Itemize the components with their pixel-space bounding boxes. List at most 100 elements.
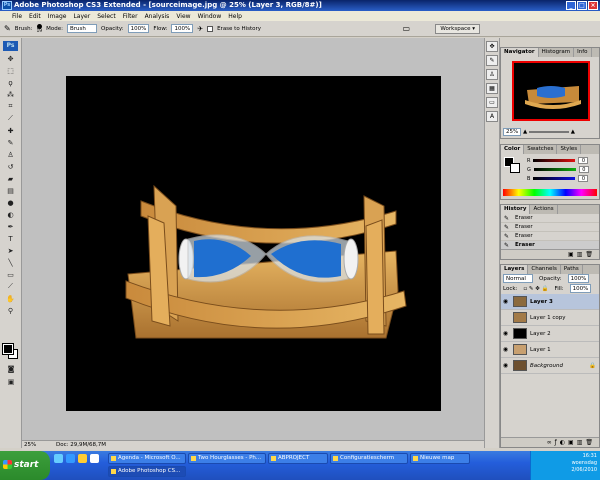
tab-paths[interactable]: Paths	[561, 265, 583, 274]
eye-icon[interactable]: ◉	[501, 298, 510, 305]
start-button[interactable]: start	[0, 451, 50, 480]
notes-icon[interactable]: ▭	[3, 269, 19, 280]
zoom-in-icon[interactable]: ▲	[571, 129, 575, 135]
fill-input[interactable]: 100%	[569, 284, 592, 293]
quick-mask-icon[interactable]: ◙	[3, 363, 19, 374]
blur-icon[interactable]: ●	[3, 197, 19, 208]
flow-input[interactable]: 100%	[171, 24, 194, 33]
zoom-icon[interactable]: ⚲	[3, 305, 19, 316]
tab-channels[interactable]: Channels	[528, 265, 561, 274]
tool-presets-icon[interactable]: ✥	[486, 41, 498, 52]
move-icon[interactable]: ✥	[3, 53, 19, 64]
tab-layers[interactable]: Layers	[501, 265, 529, 274]
color-bg-swatch[interactable]	[510, 163, 520, 173]
minimize-button[interactable]: _	[566, 1, 576, 10]
menu-edit[interactable]: Edit	[29, 13, 41, 20]
slice-icon[interactable]: ⟋	[3, 113, 19, 124]
gradient-icon[interactable]: ▤	[3, 185, 19, 196]
layer-row[interactable]: ◉ Layer 3	[501, 294, 599, 310]
hand-icon[interactable]: ✋	[3, 293, 19, 304]
task-configuratiescherm[interactable]: Configuratiescherm	[330, 453, 408, 464]
layer-comps-icon[interactable]: ▦	[486, 83, 498, 94]
menu-filter[interactable]: Filter	[123, 13, 138, 20]
eye-icon[interactable]: ◉	[501, 330, 510, 337]
eye-icon[interactable]: ◉	[501, 362, 510, 369]
type-icon[interactable]: T	[3, 233, 19, 244]
eyedropper-icon[interactable]: ⟋	[3, 281, 19, 292]
layer-row-background[interactable]: ◉ Background 🔒	[501, 358, 599, 374]
menu-select[interactable]: Select	[97, 13, 116, 20]
history-brush-icon[interactable]: ↺	[3, 161, 19, 172]
navigator-zoom-value[interactable]: 25%	[503, 128, 522, 136]
history-item[interactable]: Eraser	[501, 223, 599, 232]
close-button[interactable]: ×	[588, 1, 598, 10]
tab-navigator[interactable]: Navigator	[501, 48, 539, 57]
zoom-slider[interactable]	[528, 130, 569, 133]
task-nieuwe-map[interactable]: Nieuwe map	[410, 453, 470, 464]
menu-file[interactable]: File	[12, 13, 22, 20]
tab-actions[interactable]: Actions	[530, 205, 558, 214]
character-icon[interactable]: A	[486, 111, 498, 122]
blue-value[interactable]: 0	[578, 175, 589, 182]
blue-slider[interactable]	[533, 177, 576, 180]
tab-swatches[interactable]: Swatches	[524, 145, 558, 154]
tab-history[interactable]: History	[501, 205, 531, 214]
menu-analysis[interactable]: Analysis	[145, 13, 170, 20]
tab-info[interactable]: Info	[574, 48, 592, 57]
red-slider[interactable]	[533, 159, 576, 162]
opacity-input[interactable]: 100%	[127, 24, 150, 33]
document-canvas[interactable]	[66, 76, 441, 411]
stamp-icon[interactable]: ♙	[3, 149, 19, 160]
quicklaunch-mail-icon[interactable]	[90, 454, 99, 463]
lock-icons[interactable]: ▫ ✎ ✥ 🔒	[523, 284, 548, 294]
maximize-button[interactable]: □	[577, 1, 587, 10]
magic-wand-icon[interactable]: ⁂	[3, 89, 19, 100]
layer-row[interactable]: Layer 1 copy	[501, 310, 599, 326]
green-value[interactable]: 0	[578, 166, 589, 173]
erase-history-checkbox[interactable]	[207, 25, 214, 32]
quicklaunch-outlook-icon[interactable]	[78, 454, 87, 463]
blue-channel[interactable]: B 0	[501, 174, 599, 183]
zoom-out-icon[interactable]: ▲	[523, 129, 527, 135]
clock-time[interactable]: 16:31	[534, 453, 597, 460]
tool-preset-icon[interactable]: ✎	[4, 24, 11, 33]
brush-picker[interactable]: 19	[36, 23, 42, 34]
menu-layer[interactable]: Layer	[73, 13, 90, 20]
history-item[interactable]: Eraser	[501, 232, 599, 241]
menu-help[interactable]: Help	[228, 13, 242, 20]
layers-buttons[interactable]: ∞ƒ◐▣▥🗑	[501, 437, 599, 447]
animation-icon[interactable]: ▭	[486, 97, 498, 108]
healing-icon[interactable]: ✚	[3, 125, 19, 136]
crop-icon[interactable]: ⌗	[3, 101, 19, 112]
eraser-icon[interactable]: ▰	[3, 173, 19, 184]
brushes-icon[interactable]: ✎	[486, 55, 498, 66]
tab-color[interactable]: Color	[501, 145, 525, 154]
layer-row[interactable]: ◉ Layer 1	[501, 342, 599, 358]
clone-source-icon[interactable]: ♙	[486, 69, 498, 80]
dodge-icon[interactable]: ◐	[3, 209, 19, 220]
eye-icon[interactable]: ◉	[501, 346, 510, 353]
task-agenda[interactable]: Agenda - Microsoft O...	[108, 453, 186, 464]
green-slider[interactable]	[533, 168, 576, 171]
task-photoshop[interactable]: Adobe Photoshop CS...	[108, 466, 186, 477]
airbrush-icon[interactable]: ✈	[197, 25, 203, 33]
menu-image[interactable]: Image	[48, 13, 67, 20]
task-abproject[interactable]: ABPROJECT	[268, 453, 328, 464]
path-select-icon[interactable]: ➤	[3, 245, 19, 256]
tab-styles[interactable]: Styles	[557, 145, 582, 154]
task-two-hourglasses[interactable]: Two Hourglasses - Ph...	[188, 453, 266, 464]
quicklaunch-ie-icon[interactable]	[66, 454, 75, 463]
layer-opacity-input[interactable]: 100%	[567, 274, 590, 283]
quicklaunch-desktop-icon[interactable]	[54, 454, 63, 463]
foreground-color-swatch[interactable]	[2, 343, 14, 355]
red-value[interactable]: 0	[578, 157, 589, 164]
blend-mode-select[interactable]: Normal	[503, 274, 533, 283]
zoom-level[interactable]: 25%	[24, 442, 36, 448]
history-item[interactable]: Eraser	[501, 214, 599, 223]
pen-icon[interactable]: ✒	[3, 221, 19, 232]
palette-well-icon[interactable]: ▭	[402, 24, 410, 33]
marquee-icon[interactable]: ⬚	[3, 65, 19, 76]
navigator-view-box[interactable]	[512, 61, 590, 121]
history-buttons[interactable]: ▣▥🗑	[501, 249, 599, 259]
brush-icon[interactable]: ✎	[3, 137, 19, 148]
